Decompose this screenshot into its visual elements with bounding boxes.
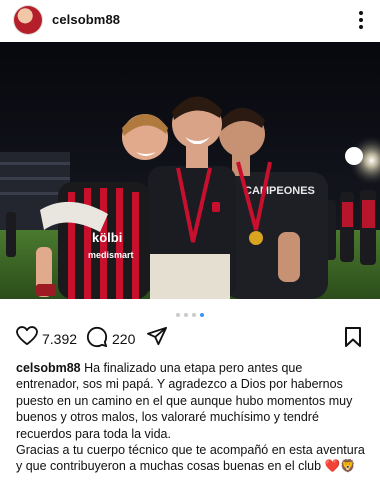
comment-icon[interactable] (86, 326, 108, 348)
carousel-dot (176, 312, 180, 317)
carousel-dot (192, 312, 196, 317)
sponsor-text-2: medismart (88, 250, 134, 260)
comments-count[interactable]: 220 (112, 331, 135, 347)
carousel-indicator (0, 306, 380, 317)
bookmark-icon[interactable] (344, 326, 362, 348)
caption-username[interactable]: celsobm88 (16, 361, 81, 375)
share-icon[interactable] (146, 326, 168, 346)
more-options-icon[interactable] (358, 10, 364, 30)
caption-text: Ha finalizado una etapa pero antes que e… (16, 361, 365, 474)
shirt-text: CAMPEONES (244, 185, 315, 197)
post-caption: celsobm88 Ha finalizado una etapa pero a… (16, 360, 368, 475)
avatar[interactable] (14, 6, 42, 34)
action-bar: 7.392 220 (0, 322, 380, 354)
post-image: CAMPEONES kölbi medismart (0, 42, 380, 299)
post-header: celsobm88 (0, 0, 380, 42)
username[interactable]: celsobm88 (52, 12, 120, 27)
carousel-dot (184, 312, 188, 317)
post-photo[interactable]: CAMPEONES kölbi medismart (0, 42, 380, 299)
likes-count[interactable]: 7.392 (42, 331, 77, 347)
sponsor-text: kölbi (92, 230, 122, 245)
carousel-dot-active (200, 312, 204, 317)
heart-icon[interactable] (16, 326, 38, 346)
